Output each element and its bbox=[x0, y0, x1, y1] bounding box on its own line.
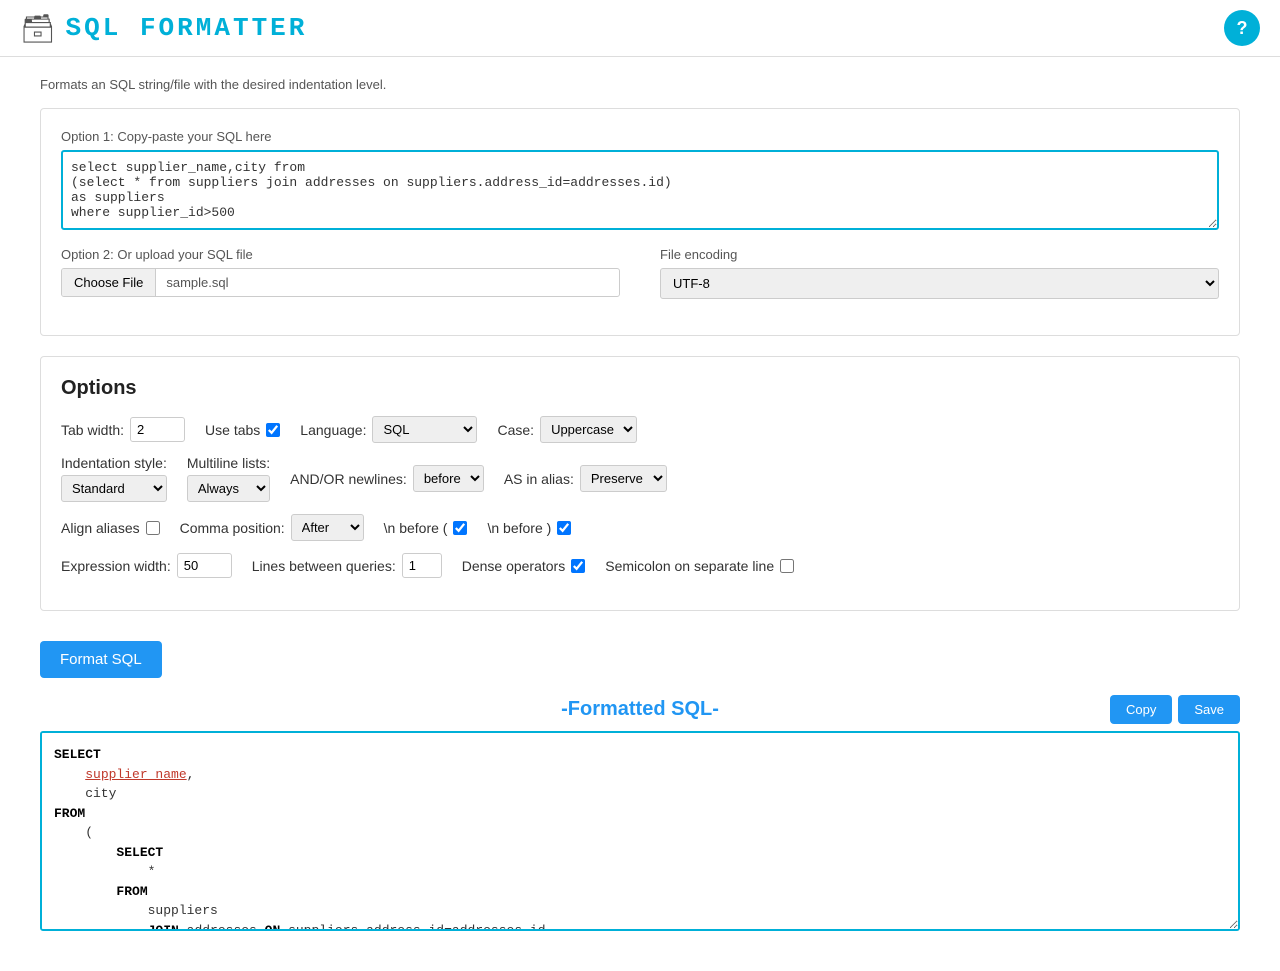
dense-operators-label: Dense operators bbox=[462, 558, 566, 574]
dense-operators-checkbox[interactable] bbox=[571, 559, 585, 573]
result-header: -Formatted SQL- Copy Save bbox=[40, 698, 1240, 721]
indentation-style-block: Indentation style: Standard Compact bbox=[61, 455, 167, 502]
result-actions: Copy Save bbox=[1110, 695, 1240, 724]
file-upload-col: Option 2: Or upload your SQL file Choose… bbox=[61, 247, 620, 297]
language-select[interactable]: SQL MySQL PostgreSQL N1QL DB2 PL/SQL bbox=[372, 416, 477, 443]
dense-operators-block: Dense operators bbox=[462, 553, 586, 578]
help-button[interactable]: ? bbox=[1224, 10, 1260, 46]
use-tabs-label: Use tabs bbox=[205, 422, 260, 438]
align-aliases-checkbox[interactable] bbox=[146, 521, 160, 535]
encoding-col: File encoding UTF-8 UTF-16 ISO-8859-1 bbox=[660, 247, 1219, 299]
as-in-alias-select[interactable]: Preserve Always Never bbox=[580, 465, 667, 492]
case-label: Case: bbox=[497, 422, 534, 438]
expression-width-block: Expression width: bbox=[61, 553, 232, 578]
sql-input[interactable] bbox=[61, 150, 1219, 230]
file-encoding-label: File encoding bbox=[660, 247, 1219, 262]
multiline-lists-block: Multiline lists: Always Never Auto bbox=[187, 455, 270, 502]
n-before-close-checkbox[interactable] bbox=[557, 521, 571, 535]
semicolon-separate-label: Semicolon on separate line bbox=[605, 558, 774, 574]
input-card: Option 1: Copy-paste your SQL here Optio… bbox=[40, 108, 1240, 336]
indentation-style-label: Indentation style: bbox=[61, 455, 167, 471]
lines-between-queries-input[interactable] bbox=[402, 553, 442, 578]
options-title: Options bbox=[61, 377, 1219, 400]
tab-width-label: Tab width: bbox=[61, 422, 124, 438]
copy-button[interactable]: Copy bbox=[1110, 695, 1172, 724]
use-tabs-block: Use tabs bbox=[205, 416, 280, 443]
align-aliases-block: Align aliases bbox=[61, 514, 160, 541]
semicolon-separate-checkbox[interactable] bbox=[780, 559, 794, 573]
app-header: 🗃 SQL FORMATTER ? bbox=[0, 0, 1280, 57]
save-button[interactable]: Save bbox=[1178, 695, 1240, 724]
subtitle: Formats an SQL string/file with the desi… bbox=[40, 77, 1240, 92]
sql-output[interactable]: SELECT supplier_name, city FROM ( SELECT… bbox=[40, 731, 1240, 931]
comma-position-block: Comma position: After Before bbox=[180, 514, 364, 541]
indentation-style-select[interactable]: Standard Compact bbox=[61, 475, 167, 502]
lines-between-queries-block: Lines between queries: bbox=[252, 553, 442, 578]
comma-position-select[interactable]: After Before bbox=[291, 514, 364, 541]
lines-between-queries-label: Lines between queries: bbox=[252, 558, 396, 574]
options-row4: Expression width: Lines between queries:… bbox=[61, 553, 1219, 578]
case-block: Case: Uppercase Lowercase Preserve bbox=[497, 416, 637, 443]
sql-output-pre: SELECT supplier_name, city FROM ( SELECT… bbox=[54, 745, 1226, 931]
multiline-lists-label: Multiline lists: bbox=[187, 455, 270, 471]
options-row2: Indentation style: Standard Compact Mult… bbox=[61, 455, 1219, 502]
expression-width-label: Expression width: bbox=[61, 558, 171, 574]
logo-text: SQL FORMATTER bbox=[66, 13, 308, 43]
and-or-newlines-select[interactable]: before after bbox=[413, 465, 484, 492]
file-encoding-row: Option 2: Or upload your SQL file Choose… bbox=[61, 247, 1219, 299]
result-section: -Formatted SQL- Copy Save SELECT supplie… bbox=[40, 698, 1240, 951]
choose-file-button[interactable]: Choose File bbox=[62, 269, 156, 296]
options-row1: Tab width: Use tabs Language: SQL MySQL … bbox=[61, 416, 1219, 443]
main-content: Formats an SQL string/file with the desi… bbox=[0, 57, 1280, 971]
and-or-newlines-block: AND/OR newlines: before after bbox=[290, 455, 484, 502]
n-before-close-label: \n before ) bbox=[487, 520, 551, 536]
semicolon-separate-block: Semicolon on separate line bbox=[605, 553, 794, 578]
as-in-alias-label: AS in alias: bbox=[504, 471, 574, 487]
as-in-alias-block: AS in alias: Preserve Always Never bbox=[504, 455, 667, 502]
align-aliases-label: Align aliases bbox=[61, 520, 140, 536]
and-or-newlines-label: AND/OR newlines: bbox=[290, 471, 407, 487]
file-input-wrapper: Choose File sample.sql bbox=[61, 268, 620, 297]
case-select[interactable]: Uppercase Lowercase Preserve bbox=[540, 416, 637, 443]
n-before-open-label: \n before ( bbox=[384, 520, 448, 536]
file-name-display: sample.sql bbox=[156, 269, 619, 296]
result-title: -Formatted SQL- bbox=[561, 698, 719, 721]
logo-area: 🗃 SQL FORMATTER bbox=[20, 12, 307, 45]
options-section: Options Tab width: Use tabs Language: SQ… bbox=[40, 356, 1240, 611]
n-before-close-block: \n before ) bbox=[487, 514, 571, 541]
logo-icon: 🗃 bbox=[20, 12, 56, 45]
option1-label: Option 1: Copy-paste your SQL here bbox=[61, 129, 1219, 144]
format-button-area: Format SQL bbox=[40, 631, 1240, 678]
format-sql-button[interactable]: Format SQL bbox=[40, 641, 162, 678]
use-tabs-checkbox[interactable] bbox=[266, 423, 280, 437]
n-before-open-block: \n before ( bbox=[384, 514, 468, 541]
language-label: Language: bbox=[300, 422, 366, 438]
comma-position-label: Comma position: bbox=[180, 520, 285, 536]
encoding-select[interactable]: UTF-8 UTF-16 ISO-8859-1 bbox=[660, 268, 1219, 299]
expression-width-input[interactable] bbox=[177, 553, 232, 578]
options-row3: Align aliases Comma position: After Befo… bbox=[61, 514, 1219, 541]
multiline-lists-select[interactable]: Always Never Auto bbox=[187, 475, 270, 502]
language-block: Language: SQL MySQL PostgreSQL N1QL DB2 … bbox=[300, 416, 477, 443]
option2-label: Option 2: Or upload your SQL file bbox=[61, 247, 620, 262]
tab-width-input[interactable] bbox=[130, 417, 185, 442]
n-before-open-checkbox[interactable] bbox=[453, 521, 467, 535]
tab-width-block: Tab width: bbox=[61, 416, 185, 443]
